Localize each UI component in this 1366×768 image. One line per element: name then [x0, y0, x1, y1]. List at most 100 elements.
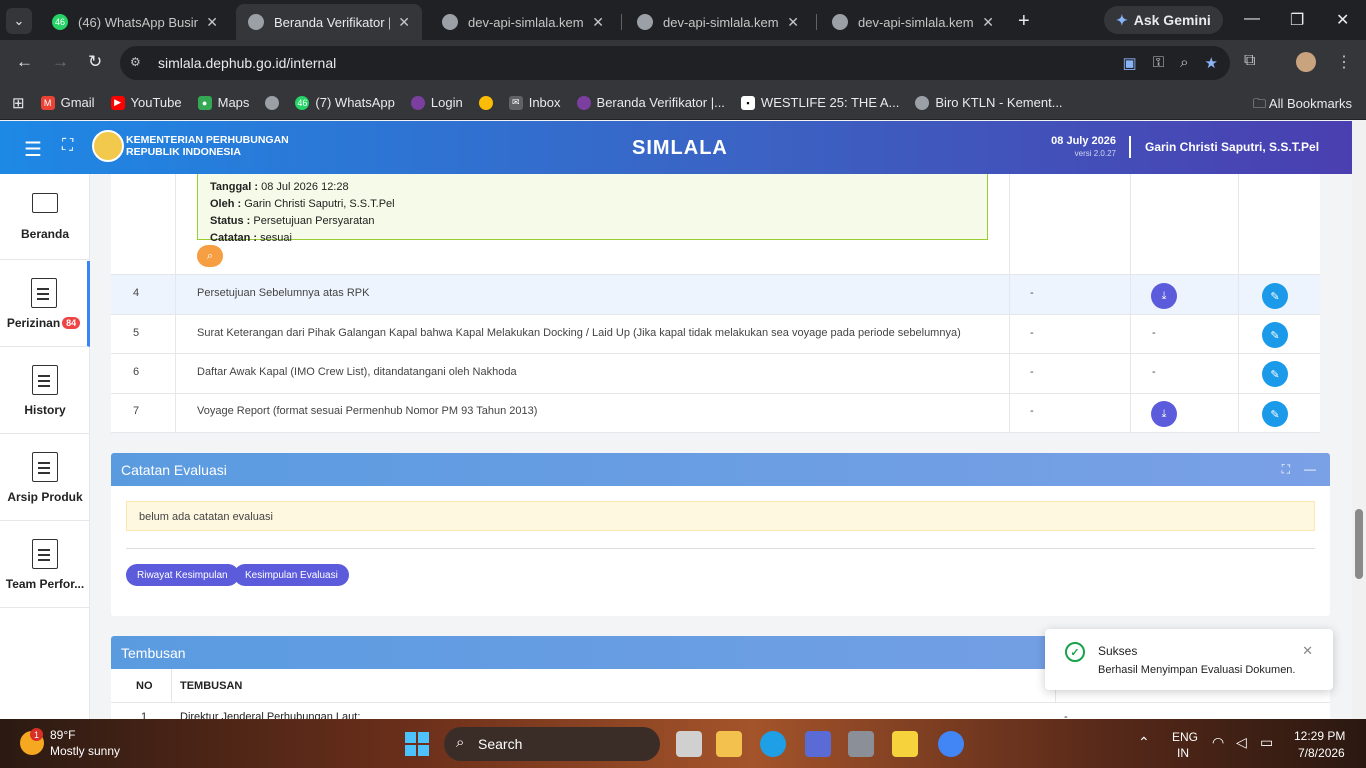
- monitor-icon: [32, 192, 58, 213]
- bookmark-whatsapp[interactable]: 46 (7) WhatsApp: [295, 95, 395, 110]
- expand-icon[interactable]: ⛶: [1282, 462, 1290, 477]
- sidebar-item-beranda[interactable]: Beranda: [0, 174, 90, 260]
- language-indicator[interactable]: ENG: [1172, 730, 1198, 744]
- close-tab-icon[interactable]: ✕: [206, 14, 218, 31]
- close-toast-icon[interactable]: ✕: [1302, 643, 1313, 659]
- site-info-icon[interactable]: ⚙: [130, 55, 141, 69]
- sidebar-item-arsip-produk[interactable]: Arsip Produk: [0, 435, 90, 521]
- minimize-icon[interactable]: —: [1244, 10, 1260, 28]
- edit-button[interactable]: ✎: [1262, 361, 1288, 387]
- sticky-notes-icon[interactable]: [892, 731, 918, 757]
- reload-icon[interactable]: ↻: [88, 52, 102, 72]
- bookmark-westlife[interactable]: ▪ WESTLIFE 25: THE A...: [740, 95, 899, 110]
- chrome-menu-icon[interactable]: ⋮: [1336, 52, 1352, 72]
- riwayat-kesimpulan-button[interactable]: Riwayat Kesimpulan: [126, 564, 239, 586]
- clock-time[interactable]: 12:29 PM: [1294, 729, 1345, 743]
- tab-search-chevron-icon[interactable]: ⌄: [6, 8, 32, 34]
- edit-button[interactable]: ✎: [1262, 322, 1288, 348]
- show-hidden-icons-chevron[interactable]: ⌃: [1138, 734, 1150, 751]
- install-app-icon[interactable]: ▣: [1123, 54, 1137, 72]
- bookmark-label: Login: [430, 95, 463, 110]
- edit-button[interactable]: ✎: [1262, 401, 1288, 427]
- note-tanggal-label: Tanggal :: [210, 181, 259, 193]
- ministry-name: KEMENTERIAN PERHUBUNGAN REPUBLIK INDONES…: [126, 134, 289, 158]
- battery-icon[interactable]: ▭: [1260, 734, 1273, 751]
- hamburger-menu-icon[interactable]: ☰: [24, 137, 42, 162]
- edge-icon[interactable]: [760, 731, 786, 757]
- tab-dev-api-3[interactable]: dev-api-simlala.kemenh ✕: [820, 4, 1006, 40]
- sidebar-item-team-performance[interactable]: Team Perfor...: [0, 522, 90, 608]
- fullscreen-icon[interactable]: ⛶: [62, 137, 73, 155]
- ministry-logo-icon: [576, 95, 591, 110]
- bookmark-inbox[interactable]: ✉ Inbox: [508, 95, 561, 110]
- url-text[interactable]: simlala.dephub.go.id/internal: [158, 55, 336, 71]
- tab-dev-api-1[interactable]: dev-api-simlala.kemenh ✕: [430, 4, 616, 40]
- taskbar-search[interactable]: ⌕ Search: [444, 727, 660, 761]
- tab-beranda-verifikator[interactable]: Beranda Verifikator | Si ✕: [236, 4, 422, 40]
- tembusan-extra: -: [1064, 711, 1068, 719]
- back-arrow-icon[interactable]: ←: [16, 52, 33, 72]
- camera-icon[interactable]: [848, 731, 874, 757]
- bookmark-login[interactable]: Login: [410, 95, 463, 110]
- new-tab-plus-icon[interactable]: +: [1018, 10, 1030, 33]
- weather-temperature[interactable]: 89°F: [50, 728, 75, 742]
- tab-separator: [621, 14, 622, 30]
- bookmark-beranda-verifikator[interactable]: Beranda Verifikator |...: [576, 95, 725, 110]
- profile-avatar[interactable]: [1296, 52, 1316, 72]
- bookmark-pinwheel[interactable]: [478, 95, 493, 110]
- extensions-puzzle-icon[interactable]: ⧉: [1244, 52, 1255, 70]
- column-header-no: NO: [136, 680, 153, 692]
- bookmark-maps[interactable]: ● Maps: [197, 95, 249, 110]
- all-bookmarks-folder[interactable]: 🗀 All Bookmarks: [1253, 95, 1352, 117]
- restore-icon[interactable]: ❐: [1290, 10, 1304, 30]
- bookmark-label: Beranda Verifikator |...: [596, 95, 725, 110]
- bookmark-biro-ktln[interactable]: Biro KTLN - Kement...: [915, 95, 1063, 110]
- scrollbar-thumb[interactable]: [1355, 509, 1363, 579]
- edit-button[interactable]: ✎: [1262, 283, 1288, 309]
- address-bar[interactable]: ⚙ simlala.dephub.go.id/internal ▣ ⚿ ⌕ ★: [120, 46, 1230, 80]
- download-button[interactable]: ⤓: [1151, 283, 1177, 309]
- sidebar-item-history[interactable]: History: [0, 348, 90, 434]
- bookmark-gmail[interactable]: M Gmail: [40, 95, 95, 110]
- zoom-icon[interactable]: ⌕: [1180, 54, 1188, 72]
- collapse-minus-icon[interactable]: —: [1304, 462, 1316, 477]
- document-table: Tanggal : 08 Jul 2026 12:28 Oleh : Garin…: [111, 174, 1320, 433]
- kesimpulan-evaluasi-button[interactable]: Kesimpulan Evaluasi: [234, 564, 349, 586]
- document-icon: [30, 277, 57, 308]
- task-view-icon[interactable]: [676, 731, 702, 757]
- user-name[interactable]: Garin Christi Saputri, S.S.T.Pel: [1145, 140, 1319, 154]
- file-explorer-icon[interactable]: [716, 731, 742, 757]
- chrome-icon[interactable]: [938, 731, 964, 757]
- ask-gemini-button[interactable]: ✦ Ask Gemini: [1104, 6, 1223, 34]
- close-window-icon[interactable]: ✕: [1336, 10, 1349, 30]
- download-button[interactable]: ⤓: [1151, 401, 1177, 427]
- weather-condition[interactable]: Mostly sunny: [50, 744, 120, 758]
- tab-whatsapp[interactable]: 46 (46) WhatsApp Busines ✕: [40, 4, 230, 40]
- close-tab-icon[interactable]: ✕: [592, 14, 604, 31]
- view-search-button[interactable]: ⌕: [197, 245, 223, 267]
- success-toast: ✓ Sukses Berhasil Menyimpan Evaluasi Dok…: [1045, 629, 1333, 690]
- windows-start-icon[interactable]: [405, 732, 429, 756]
- close-tab-icon[interactable]: ✕: [982, 14, 994, 31]
- clock-date[interactable]: 7/8/2026: [1298, 746, 1345, 760]
- edit-icon: ✎: [1270, 290, 1280, 303]
- close-tab-icon[interactable]: ✕: [398, 14, 410, 31]
- bookmark-star-icon[interactable]: ★: [1205, 54, 1218, 72]
- apps-grid-icon[interactable]: ⊞: [12, 94, 25, 112]
- bookmark-globe[interactable]: [265, 95, 280, 110]
- forward-arrow-icon[interactable]: →: [52, 52, 69, 72]
- password-key-icon[interactable]: ⚿: [1153, 54, 1164, 72]
- column-divider: [1009, 174, 1010, 433]
- sidebar-item-perizinan[interactable]: Perizinan 84: [0, 261, 90, 347]
- wifi-icon[interactable]: ◠: [1212, 734, 1224, 751]
- page-scrollbar[interactable]: [1352, 121, 1366, 719]
- globe-icon: [915, 95, 930, 110]
- app-icon[interactable]: [805, 731, 831, 757]
- bookmark-youtube[interactable]: ▶ YouTube: [110, 95, 182, 110]
- tab-dev-api-2[interactable]: dev-api-simlala.kemenh ✕: [625, 4, 811, 40]
- whatsapp-icon: 46: [295, 95, 310, 110]
- close-tab-icon[interactable]: ✕: [787, 14, 799, 31]
- keyboard-layout[interactable]: IN: [1177, 746, 1189, 760]
- verification-note-box: Tanggal : 08 Jul 2026 12:28 Oleh : Garin…: [197, 174, 988, 244]
- volume-icon[interactable]: ◁: [1236, 734, 1247, 751]
